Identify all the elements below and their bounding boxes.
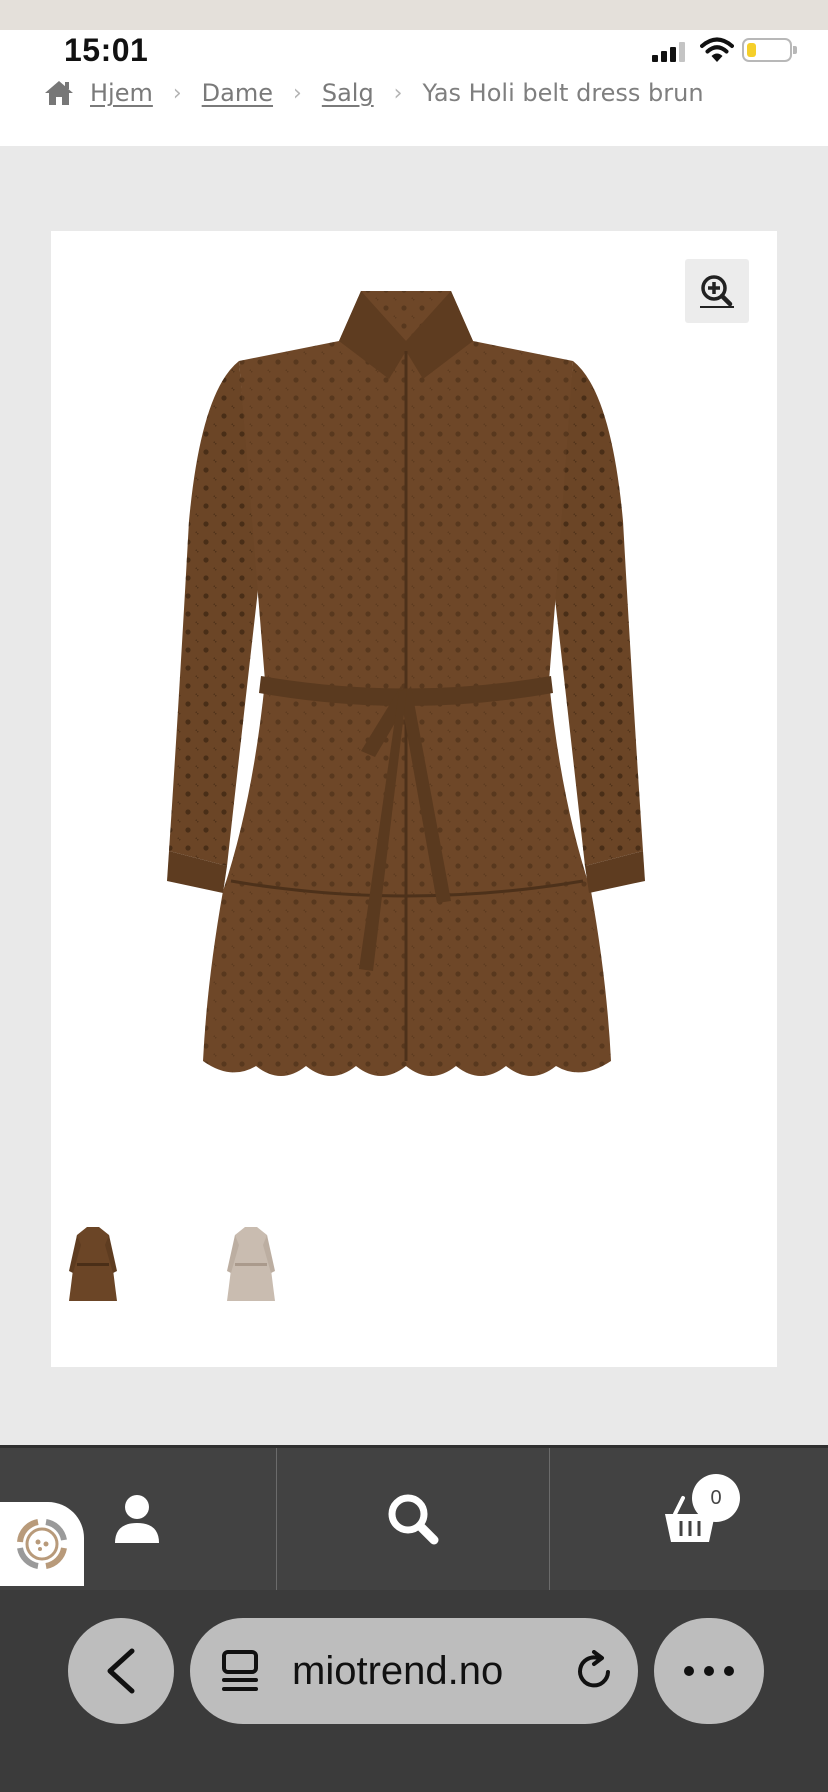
breadcrumb-link-home[interactable]: Hjem xyxy=(90,79,153,107)
home-icon[interactable] xyxy=(44,79,74,107)
chevron-right-icon: › xyxy=(172,80,182,106)
chat-widget-icon xyxy=(17,1519,67,1569)
thumbnail-dress-beige[interactable] xyxy=(221,1221,281,1317)
product-image[interactable] xyxy=(161,281,651,1121)
page-format-icon xyxy=(222,1650,258,1691)
chat-widget-button[interactable] xyxy=(0,1502,84,1586)
chevron-left-icon xyxy=(107,1648,135,1694)
zoom-button[interactable] xyxy=(685,259,749,323)
breadcrumb-bar: Hjem › Dame › Salg › Yas Holi belt dress… xyxy=(0,76,828,146)
search-icon xyxy=(388,1494,439,1545)
status-bar: 15:01 xyxy=(0,30,828,76)
zoom-in-icon xyxy=(700,275,734,308)
cart-count-badge: 0 xyxy=(692,1474,740,1522)
breadcrumb-current: Yas Holi belt dress brun xyxy=(422,79,704,107)
browser-toolbar: miotrend.no xyxy=(0,1590,828,1792)
back-button[interactable] xyxy=(68,1618,174,1724)
wifi-icon xyxy=(700,37,734,62)
cellular-signal-icon xyxy=(652,42,685,62)
thumbnail-dress-brown[interactable] xyxy=(63,1221,123,1317)
breadcrumb: Hjem › Dame › Salg › Yas Holi belt dress… xyxy=(44,76,704,110)
nav-cart-button[interactable]: 0 xyxy=(552,1448,828,1590)
address-bar-url: miotrend.no xyxy=(292,1649,504,1693)
breadcrumb-link-dame[interactable]: Dame xyxy=(202,79,273,107)
bottom-nav: 0 xyxy=(0,1445,828,1590)
nav-search-button[interactable] xyxy=(276,1448,550,1590)
battery-icon xyxy=(742,38,797,62)
product-gallery xyxy=(51,231,777,1367)
chevron-right-icon: › xyxy=(393,80,403,106)
more-dots-icon xyxy=(684,1666,734,1676)
status-time: 15:01 xyxy=(64,32,149,68)
address-bar[interactable]: miotrend.no xyxy=(190,1618,638,1724)
chevron-right-icon: › xyxy=(293,80,302,106)
battery-level xyxy=(747,43,756,57)
reload-icon[interactable] xyxy=(574,1650,616,1692)
account-icon xyxy=(115,1495,159,1543)
more-options-button[interactable] xyxy=(654,1618,764,1724)
breadcrumb-link-salg[interactable]: Salg xyxy=(322,79,374,107)
